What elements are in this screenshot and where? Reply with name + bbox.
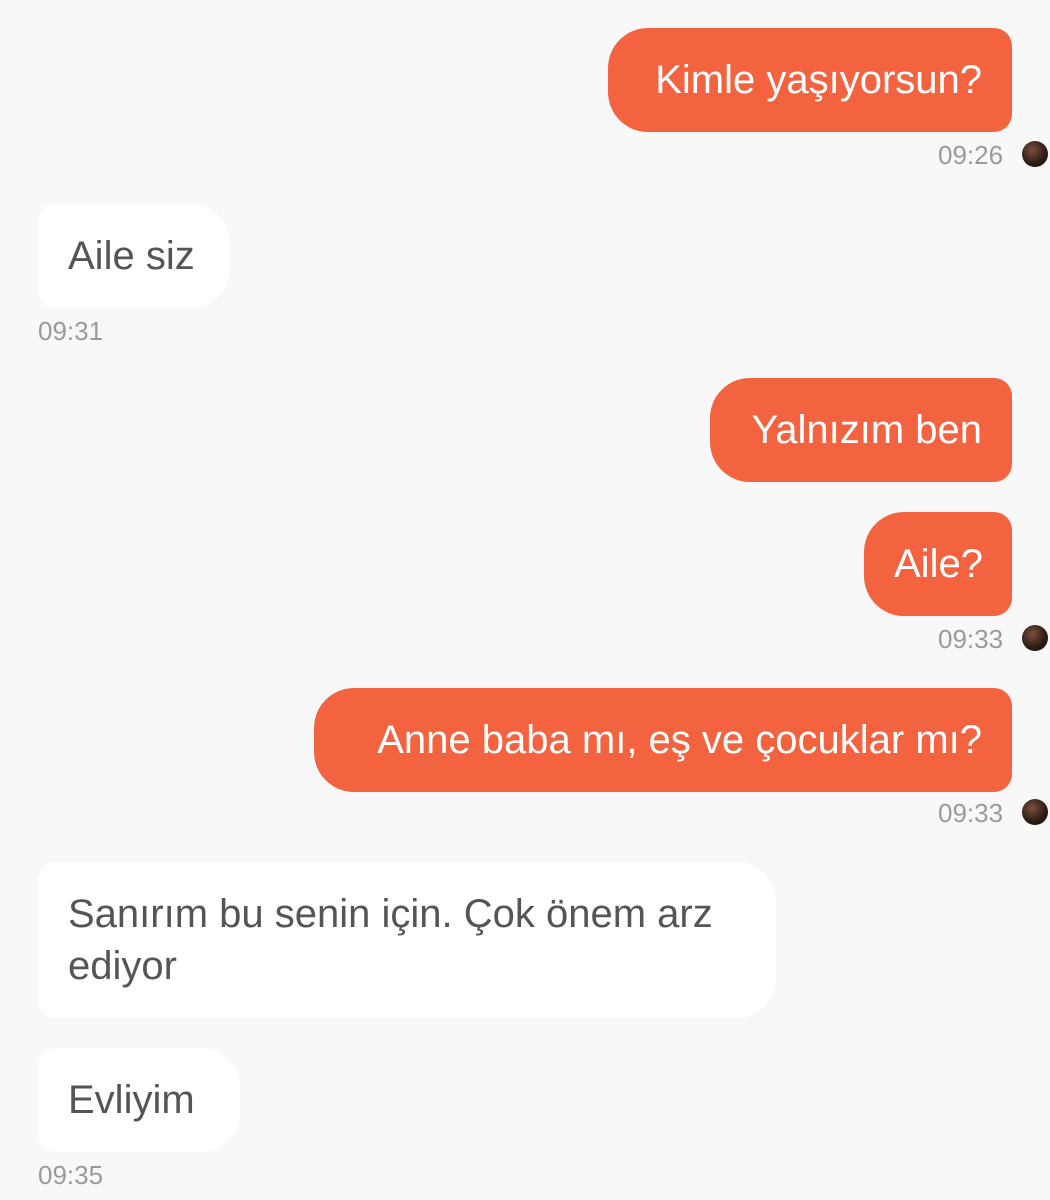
message-timestamp: 09:31 bbox=[38, 316, 104, 346]
message-text: Aile? bbox=[894, 542, 983, 586]
message-text: Kimle yaşıyorsun? bbox=[655, 58, 982, 102]
message-bubble-incoming[interactable]: Aile siz bbox=[38, 204, 230, 308]
message-bubble-outgoing[interactable]: Kimle yaşıyorsun? bbox=[608, 28, 1012, 132]
message-timestamp: 09:26 bbox=[938, 140, 1004, 170]
message-timestamp: 09:35 bbox=[38, 1160, 104, 1190]
message-bubble-outgoing[interactable]: Yalnızım ben bbox=[710, 378, 1012, 482]
sender-avatar-icon bbox=[1022, 141, 1048, 167]
message-text: Anne baba mı, eş ve çocuklar mı? bbox=[377, 718, 982, 762]
message-text: Aile siz bbox=[68, 234, 195, 278]
message-bubble-outgoing[interactable]: Aile? bbox=[864, 512, 1012, 616]
message-text: Yalnızım ben bbox=[751, 408, 983, 452]
message-text: Evliyim bbox=[68, 1078, 195, 1122]
sender-avatar-icon bbox=[1022, 625, 1048, 651]
message-timestamp: 09:33 bbox=[938, 798, 1004, 828]
message-timestamp: 09:33 bbox=[938, 624, 1004, 654]
message-bubble-outgoing[interactable]: Anne baba mı, eş ve çocuklar mı? bbox=[314, 688, 1012, 792]
message-bubble-incoming[interactable]: Sanırım bu senin için. Çok önem arz ediy… bbox=[38, 862, 776, 1018]
message-text: Sanırım bu senin için. Çok önem arz ediy… bbox=[68, 892, 713, 988]
message-bubble-incoming[interactable]: Evliyim bbox=[38, 1048, 240, 1152]
sender-avatar-icon bbox=[1022, 799, 1048, 825]
chat-thread: Kimle yaşıyorsun? 09:26 Aile siz 09:31 Y… bbox=[0, 0, 1050, 1200]
